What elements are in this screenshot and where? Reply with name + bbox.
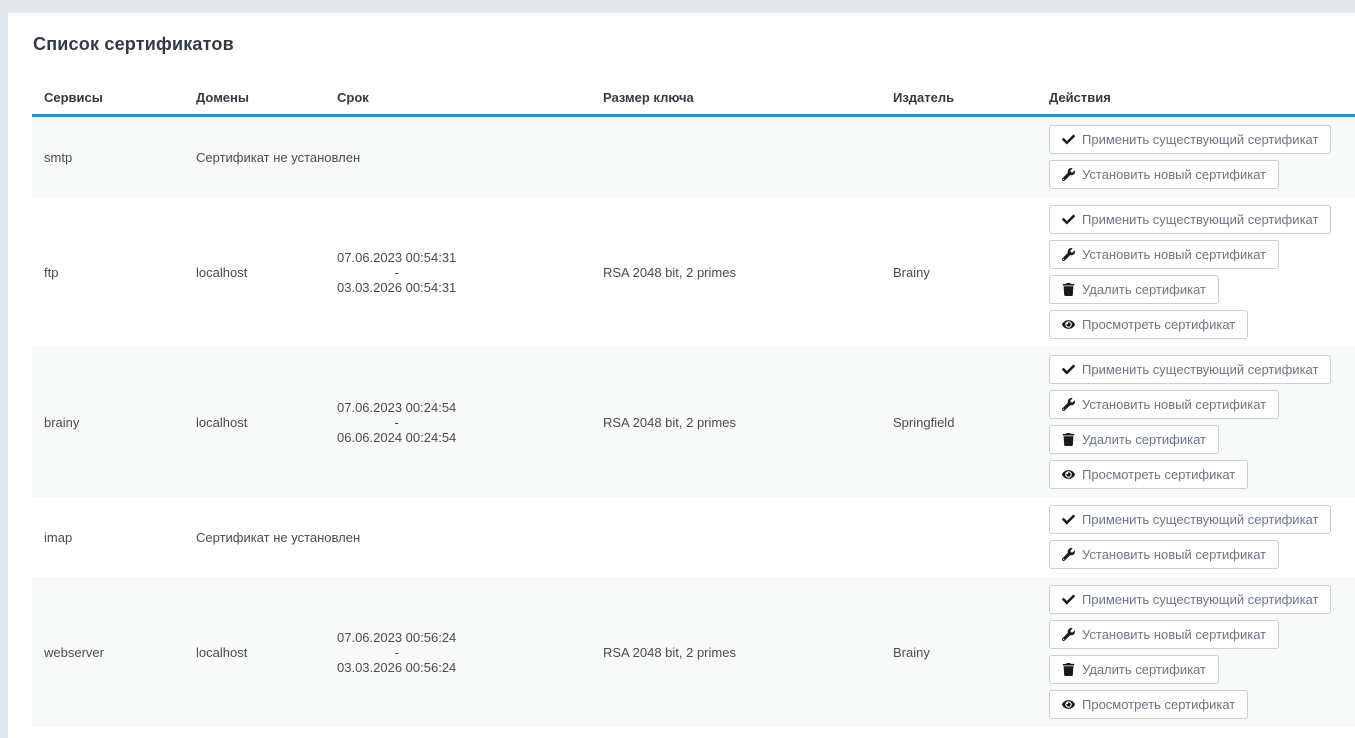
term-from: 07.06.2023 00:54:31: [337, 250, 456, 265]
eye-icon: [1062, 468, 1075, 481]
certificate-term: 07.06.2023 00:54:31 - 03.03.2026 00:54:3…: [337, 250, 456, 295]
actions-cell: Применить существующий сертификат Устано…: [1037, 205, 1355, 339]
check-icon: [1062, 513, 1075, 526]
service-name: imap: [32, 530, 184, 545]
eye-icon: [1062, 698, 1075, 711]
term-cell: 07.06.2023 00:54:31 - 03.03.2026 00:54:3…: [325, 250, 591, 295]
apply-existing-cert-button[interactable]: Применить существующий сертификат: [1049, 355, 1331, 384]
domain-name: localhost: [184, 265, 325, 280]
term-from: 07.06.2023 00:56:24: [337, 630, 456, 645]
wrench-icon: [1062, 248, 1075, 261]
table-header-row: Сервисы Домены Срок Размер ключа Издател…: [32, 81, 1355, 114]
actions-cell: Применить существующий сертификат Устано…: [1037, 125, 1355, 189]
actions-cell: Применить существующий сертификат Устано…: [1037, 585, 1355, 719]
actions-cell: Применить существующий сертификат Устано…: [1037, 505, 1355, 569]
delete-cert-button[interactable]: Удалить сертификат: [1049, 655, 1219, 684]
view-cert-button[interactable]: Просмотреть сертификат: [1049, 310, 1248, 339]
trash-icon: [1062, 663, 1075, 676]
check-icon: [1062, 363, 1075, 376]
delete-cert-button[interactable]: Удалить сертификат: [1049, 275, 1219, 304]
button-label: Применить существующий сертификат: [1082, 362, 1318, 377]
button-label: Удалить сертификат: [1082, 282, 1206, 297]
term-cell: 07.06.2023 00:56:24 - 03.03.2026 00:56:2…: [325, 630, 591, 675]
button-label: Применить существующий сертификат: [1082, 592, 1318, 607]
domain-name: localhost: [184, 645, 325, 660]
column-header-issuer: Издатель: [881, 91, 1037, 104]
term-separator: -: [337, 415, 456, 430]
install-new-cert-button[interactable]: Установить новый сертификат: [1049, 620, 1279, 649]
term-to: 06.06.2024 00:24:54: [337, 430, 456, 445]
button-label: Установить новый сертификат: [1082, 397, 1266, 412]
button-label: Просмотреть сертификат: [1082, 317, 1235, 332]
button-label: Удалить сертификат: [1082, 432, 1206, 447]
button-label: Просмотреть сертификат: [1082, 697, 1235, 712]
eye-icon: [1062, 318, 1075, 331]
key-size: RSA 2048 bit, 2 primes: [591, 645, 881, 660]
button-label: Удалить сертификат: [1082, 662, 1206, 677]
domain-name: localhost: [184, 415, 325, 430]
install-new-cert-button[interactable]: Установить новый сертификат: [1049, 160, 1279, 189]
certificate-status: Сертификат не установлен: [184, 150, 325, 165]
button-label: Установить новый сертификат: [1082, 167, 1266, 182]
view-cert-button[interactable]: Просмотреть сертификат: [1049, 690, 1248, 719]
button-label: Установить новый сертификат: [1082, 247, 1266, 262]
table-row-brainy: brainy localhost 07.06.2023 00:24:54 - 0…: [32, 347, 1355, 497]
install-new-cert-button[interactable]: Установить новый сертификат: [1049, 240, 1279, 269]
wrench-icon: [1062, 628, 1075, 641]
apply-existing-cert-button[interactable]: Применить существующий сертификат: [1049, 125, 1331, 154]
certificate-term: 07.06.2023 00:24:54 - 06.06.2024 00:24:5…: [337, 400, 456, 445]
service-name: brainy: [32, 415, 184, 430]
key-size: RSA 2048 bit, 2 primes: [591, 265, 881, 280]
column-header-actions: Действия: [1037, 91, 1355, 104]
install-new-cert-button[interactable]: Установить новый сертификат: [1049, 540, 1279, 569]
check-icon: [1062, 213, 1075, 226]
certificate-status: Сертификат не установлен: [184, 530, 325, 545]
button-label: Применить существующий сертификат: [1082, 212, 1318, 227]
actions-cell: Применить существующий сертификат Устано…: [1037, 355, 1355, 489]
term-to: 03.03.2026 00:54:31: [337, 280, 456, 295]
issuer: Springfield: [881, 415, 1037, 430]
column-header-domains: Домены: [184, 91, 325, 104]
check-icon: [1062, 133, 1075, 146]
wrench-icon: [1062, 548, 1075, 561]
button-label: Применить существующий сертификат: [1082, 132, 1318, 147]
button-label: Установить новый сертификат: [1082, 547, 1266, 562]
button-label: Установить новый сертификат: [1082, 627, 1266, 642]
table-row-imap: imap Сертификат не установлен Применить …: [32, 497, 1355, 577]
certificate-term: 07.06.2023 00:56:24 - 03.03.2026 00:56:2…: [337, 630, 456, 675]
service-name: webserver: [32, 645, 184, 660]
trash-icon: [1062, 283, 1075, 296]
delete-cert-button[interactable]: Удалить сертификат: [1049, 425, 1219, 454]
button-label: Просмотреть сертификат: [1082, 467, 1235, 482]
certificates-card: Список сертификатов Сервисы Домены Срок …: [8, 13, 1355, 738]
page-title: Список сертификатов: [8, 13, 1355, 55]
column-header-services: Сервисы: [32, 91, 184, 104]
service-name: smtp: [32, 150, 184, 165]
term-to: 03.03.2026 00:56:24: [337, 660, 456, 675]
certificates-table: Сервисы Домены Срок Размер ключа Издател…: [32, 81, 1355, 727]
term-separator: -: [337, 645, 456, 660]
view-cert-button[interactable]: Просмотреть сертификат: [1049, 460, 1248, 489]
wrench-icon: [1062, 168, 1075, 181]
column-header-key-size: Размер ключа: [591, 91, 881, 104]
apply-existing-cert-button[interactable]: Применить существующий сертификат: [1049, 505, 1331, 534]
trash-icon: [1062, 433, 1075, 446]
issuer: Brainy: [881, 645, 1037, 660]
column-header-term: Срок: [325, 91, 591, 104]
wrench-icon: [1062, 398, 1075, 411]
apply-existing-cert-button[interactable]: Применить существующий сертификат: [1049, 585, 1331, 614]
table-row-webserver: webserver localhost 07.06.2023 00:56:24 …: [32, 577, 1355, 727]
install-new-cert-button[interactable]: Установить новый сертификат: [1049, 390, 1279, 419]
table-row-smtp: smtp Сертификат не установлен Применить …: [32, 117, 1355, 197]
key-size: RSA 2048 bit, 2 primes: [591, 415, 881, 430]
term-separator: -: [337, 265, 456, 280]
button-label: Применить существующий сертификат: [1082, 512, 1318, 527]
table-row-ftp: ftp localhost 07.06.2023 00:54:31 - 03.0…: [32, 197, 1355, 347]
issuer: Brainy: [881, 265, 1037, 280]
term-cell: 07.06.2023 00:24:54 - 06.06.2024 00:24:5…: [325, 400, 591, 445]
term-from: 07.06.2023 00:24:54: [337, 400, 456, 415]
check-icon: [1062, 593, 1075, 606]
apply-existing-cert-button[interactable]: Применить существующий сертификат: [1049, 205, 1331, 234]
service-name: ftp: [32, 265, 184, 280]
